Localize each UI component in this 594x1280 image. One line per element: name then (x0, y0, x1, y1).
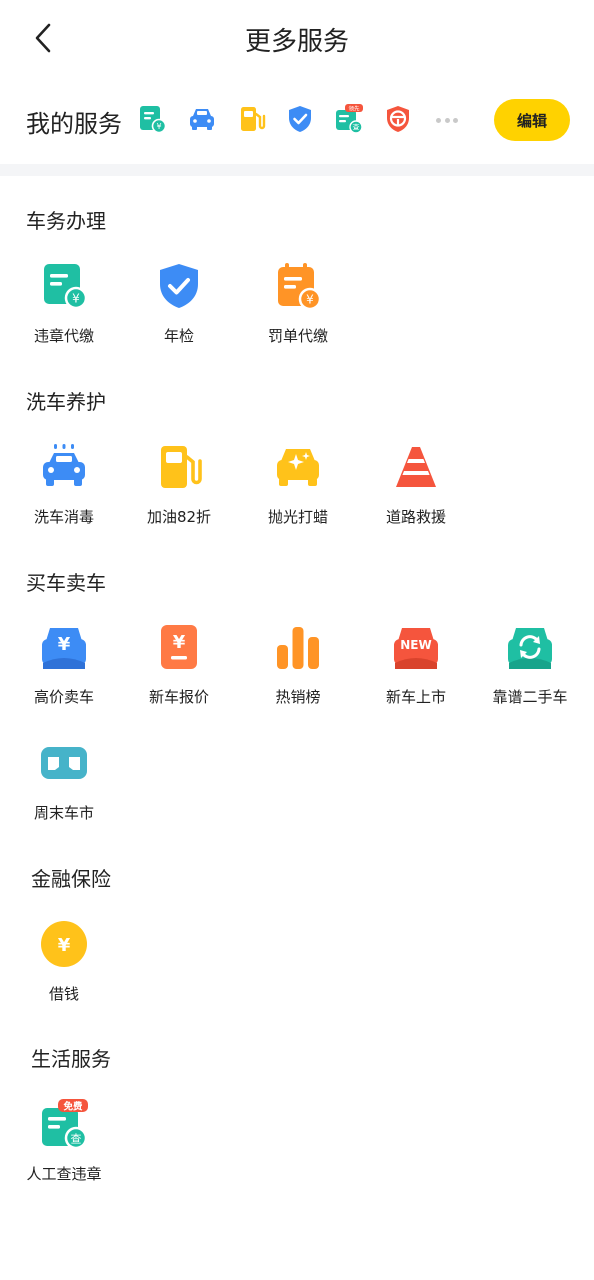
service-borrow-money[interactable]: ¥ 借钱 (9, 920, 119, 1020)
service-label: 新车报价 (148, 688, 209, 706)
service-label: 道路救援 (385, 508, 446, 526)
svg-text:¥: ¥ (306, 293, 314, 307)
free-violation-check-icon[interactable]: 领先 查 (334, 104, 364, 134)
service-weekend-market[interactable]: 周末车市 (9, 739, 119, 839)
svg-text:¥: ¥ (156, 122, 161, 131)
service-polish-wax[interactable]: 抛光打蜡 (243, 443, 353, 543)
service-label: 洗车消毒 (33, 508, 94, 526)
vr-glasses-icon (41, 747, 87, 779)
service-label: 周末车市 (33, 804, 94, 822)
car-wash-icon (43, 444, 85, 486)
section-title-buy-sell: 买车卖车 (26, 571, 106, 595)
service-label: 抛光打蜡 (267, 508, 328, 526)
section-title-finance: 金融保险 (31, 867, 111, 891)
ticket-pay-icon: ¥ (278, 263, 322, 310)
fuel-icon (161, 446, 202, 488)
manual-check-icon: 免费 查 (42, 1099, 88, 1150)
inspection-shield-icon[interactable] (285, 104, 315, 134)
service-fuel-discount[interactable]: 加油82折 (124, 443, 234, 543)
coin-icon: ¥ (41, 921, 87, 967)
used-car-icon (508, 628, 552, 669)
violation-pay-icon[interactable]: ¥ (137, 104, 167, 134)
service-label: 违章代缴 (33, 327, 94, 345)
service-violation-pay[interactable]: ¥ 违章代缴 (9, 262, 119, 362)
sell-car-icon: ¥ (42, 628, 86, 669)
svg-text:查: 查 (353, 123, 360, 132)
svg-text:领先: 领先 (348, 104, 360, 112)
svg-text:NEW: NEW (400, 638, 431, 652)
service-label: 人工查违章 (26, 1165, 102, 1183)
edit-button[interactable]: 编辑 (494, 99, 570, 141)
service-label: 新车上市 (385, 688, 446, 706)
section-title-life-services: 生活服务 (31, 1047, 111, 1071)
service-annual-inspection[interactable]: 年检 (124, 262, 234, 362)
svg-text:¥: ¥ (72, 292, 80, 306)
violation-pay-icon: ¥ (44, 264, 88, 310)
price-quote-icon: ¥ (161, 625, 197, 669)
svg-text:¥: ¥ (58, 634, 71, 655)
service-manual-violation-check[interactable]: 免费 查 人工查违章 (9, 1099, 119, 1200)
service-label: 借钱 (48, 985, 79, 1003)
service-label: 热销榜 (275, 688, 321, 706)
steering-wheel-icon[interactable] (383, 104, 413, 134)
svg-text:查: 查 (71, 1132, 82, 1146)
service-new-car-launch[interactable]: NEW 新车上市 (361, 623, 471, 723)
polish-icon (277, 449, 319, 486)
my-services-label: 我的服务 (26, 110, 122, 138)
page-title: 更多服务 (244, 27, 349, 57)
fuel-icon[interactable] (237, 104, 267, 134)
bar-chart-icon (277, 627, 319, 669)
service-used-car[interactable]: 靠谱二手车 (475, 623, 585, 723)
service-label: 靠谱二手车 (492, 688, 568, 706)
service-label: 罚单代缴 (267, 327, 328, 345)
service-ticket-pay[interactable]: ¥ 罚单代缴 (243, 262, 353, 362)
service-label: 高价卖车 (33, 688, 94, 706)
service-car-wash[interactable]: 洗车消毒 (9, 443, 119, 543)
service-label: 加油82折 (146, 508, 212, 526)
section-divider (0, 164, 594, 176)
new-car-icon: NEW (394, 628, 438, 669)
inspection-shield-icon (160, 264, 198, 308)
my-services-bar: 我的服务 ¥ 领先 查 编辑 (0, 78, 594, 164)
car-wash-icon[interactable] (187, 104, 217, 134)
svg-text:¥: ¥ (58, 935, 71, 956)
service-label: 年检 (163, 327, 194, 345)
svg-text:免费: 免费 (63, 1101, 83, 1113)
service-road-rescue[interactable]: 道路救援 (361, 443, 471, 543)
service-sell-car[interactable]: ¥ 高价卖车 (9, 623, 119, 723)
section-title-car-care: 洗车养护 (26, 390, 106, 414)
service-hot-sales[interactable]: 热销榜 (243, 623, 353, 723)
header: 更多服务 (0, 0, 594, 78)
section-title-vehicle-affairs: 车务办理 (26, 209, 106, 233)
service-new-car-price[interactable]: ¥ 新车报价 (124, 623, 234, 723)
svg-text:¥: ¥ (173, 632, 186, 653)
road-cone-icon (396, 447, 436, 487)
more-dots-icon[interactable] (436, 116, 458, 124)
